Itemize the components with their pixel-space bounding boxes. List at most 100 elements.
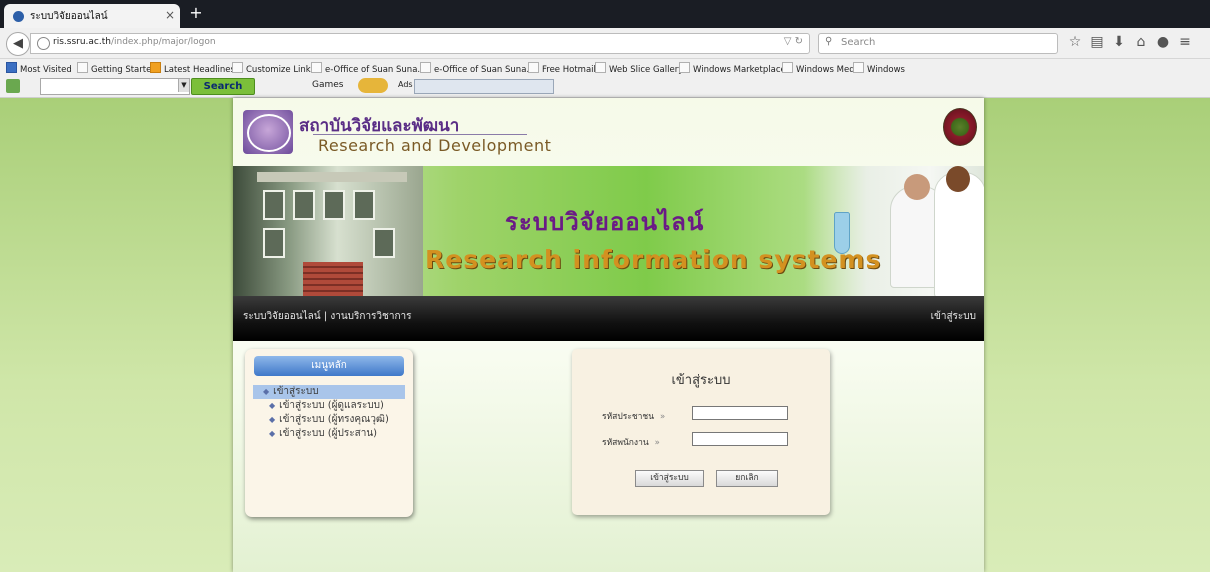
main-menu-list: ◆ เข้าสู่ระบบ ◆ เข้าสู่ระบบ (ผู้ดูแลระบบ) …	[253, 385, 405, 441]
menu-icon[interactable]: ≡	[1174, 34, 1196, 50]
globe-icon	[37, 37, 50, 50]
reload-icon[interactable]: ▽ ↻	[784, 36, 803, 47]
bookmark-page-icon	[679, 62, 690, 73]
bookmark-folder-icon	[6, 62, 17, 73]
menu-item-login-expert[interactable]: ◆ เข้าสู่ระบบ (ผู้ทรงคุณวุฒิ)	[253, 413, 405, 427]
brand-title-en: Research and Development	[318, 136, 552, 155]
chevron-down-icon[interactable]: ▼	[178, 79, 189, 92]
toolbar-app-icon[interactable]	[6, 79, 20, 93]
back-button[interactable]: ◀	[6, 32, 30, 56]
menu-item-login-coordinator[interactable]: ◆ เข้าสู่ระบบ (ผู้ประสาน)	[253, 427, 405, 441]
search-icon: ⚲	[825, 36, 833, 47]
menu-login-link[interactable]: เข้าสู่ระบบ	[931, 309, 976, 324]
building-window	[293, 190, 315, 220]
bookmark-page-icon	[77, 62, 88, 73]
browser-tab-bar: ระบบวิจัยออนไลน์ × +	[0, 0, 1210, 28]
arrow-icon: »	[660, 412, 666, 422]
bullet-icon: ◆	[269, 415, 276, 424]
bookmark-item[interactable]: Free Hotmail	[528, 62, 596, 75]
scientist-head	[904, 174, 930, 200]
site-menu-bar: ระบบวิจัยออนไลน์ | งานบริการวิชาการ เข้า…	[233, 296, 984, 341]
bookmark-page-icon	[232, 62, 243, 73]
ads-scroller[interactable]	[414, 79, 554, 94]
cancel-button[interactable]: ยกเลิก	[716, 470, 778, 487]
bookmark-item[interactable]: Windows	[853, 62, 905, 75]
hero-banner: ระบบวิจัยออนไลน์ Research information sy…	[233, 166, 984, 296]
login-button[interactable]: เข้าสู่ระบบ	[635, 470, 704, 487]
scientists-photo	[804, 166, 984, 296]
bookmark-item[interactable]: Latest Headlines	[150, 62, 235, 75]
bullet-icon: ◆	[269, 401, 276, 410]
ads-label: Ads	[398, 80, 413, 89]
bullet-icon: ◆	[263, 387, 270, 396]
bookmark-page-icon	[528, 62, 539, 73]
bookmark-page-icon	[420, 62, 431, 73]
building-stairs	[303, 262, 363, 296]
search-input[interactable]: ⚲ Search	[818, 33, 1058, 54]
address-bar[interactable]: ris.ssru.ac.th/index.php/major/logon ▽ ↻	[30, 33, 810, 54]
building-window	[263, 228, 285, 258]
bookmark-page-icon	[595, 62, 606, 73]
bookmark-item[interactable]: Windows Media	[782, 62, 862, 75]
building-roof	[257, 172, 407, 182]
banner-title-th: ระบบวิจัยออนไลน์	[505, 208, 705, 236]
main-menu-panel: เมนูหลัก ◆ เข้าสู่ระบบ ◆ เข้าสู่ระบบ (ผู้ด…	[245, 349, 413, 517]
banner-title-en: Research information systems	[425, 245, 882, 274]
citizen-id-label: รหัสประชาชน»	[602, 412, 666, 422]
menu-links[interactable]: ระบบวิจัยออนไลน์ | งานบริการวิชาการ	[243, 309, 412, 324]
site-container: สถาบันวิจัยและพัฒนา Research and Develop…	[233, 98, 984, 572]
main-menu-title: เมนูหลัก	[254, 356, 404, 376]
brand-divider	[313, 134, 527, 135]
toolbar-search-button[interactable]: Search	[191, 78, 255, 95]
login-title: เข้าสู่ระบบ	[671, 373, 731, 388]
search-placeholder: Search	[841, 37, 876, 48]
login-panel: เข้าสู่ระบบ รหัสประชาชน» รหัสพนักงาน» เข…	[572, 349, 830, 515]
tab-title: ระบบวิจัยออนไลน์	[30, 11, 108, 22]
toolbar-icons: ☆ ▤ ⬇ ⌂ ● ≡	[1064, 34, 1196, 50]
bookmark-item[interactable]: Getting Started	[77, 62, 157, 75]
new-tab-button[interactable]: +	[186, 3, 206, 23]
building-window	[263, 190, 285, 220]
building-window	[353, 190, 375, 220]
citizen-id-input[interactable]	[692, 406, 788, 420]
bookmark-item[interactable]: Most Visited	[6, 62, 72, 75]
url-host: ris.ssru.ac.th	[53, 37, 111, 47]
url-path: /index.php/major/logon	[110, 37, 216, 47]
rss-icon	[150, 62, 161, 73]
bookmark-page-icon	[782, 62, 793, 73]
bookmark-star-icon[interactable]: ☆	[1064, 34, 1086, 50]
home-icon[interactable]: ⌂	[1130, 34, 1152, 50]
bullet-icon: ◆	[269, 429, 276, 438]
bookmarks-menu-icon[interactable]: ▤	[1086, 34, 1108, 50]
toolbar-search-input[interactable]	[40, 78, 190, 95]
scientist-head	[946, 166, 970, 192]
navigation-bar: ◀ ris.ssru.ac.th/index.php/major/logon ▽…	[0, 28, 1210, 59]
university-seal	[943, 108, 977, 146]
bookmarks-bar: Most Visited Getting Started Latest Head…	[0, 59, 1210, 76]
url-text: ris.ssru.ac.th/index.php/major/logon	[53, 37, 216, 47]
favicon-icon	[13, 11, 24, 22]
menu-item-login[interactable]: ◆ เข้าสู่ระบบ	[253, 385, 405, 399]
bookmark-item[interactable]: e-Office of Suan Suna...	[311, 62, 426, 75]
building-photo	[233, 166, 423, 296]
bookmark-item[interactable]: Customize Links	[232, 62, 315, 75]
chat-icon[interactable]: ●	[1152, 34, 1174, 50]
arrow-icon: »	[654, 438, 660, 448]
my-icon[interactable]	[358, 78, 388, 93]
bookmark-page-icon	[311, 62, 322, 73]
building-window	[323, 190, 345, 220]
bookmark-page-icon	[853, 62, 864, 73]
bookmark-item[interactable]: Web Slice Gallery	[595, 62, 683, 75]
games-button[interactable]: Games	[312, 80, 343, 90]
logo-ring	[247, 114, 291, 152]
browser-tab[interactable]: ระบบวิจัยออนไลน์ ×	[4, 4, 180, 28]
bookmark-item[interactable]: e-Office of Suan Suna...	[420, 62, 535, 75]
site-header: สถาบันวิจัยและพัฒนา Research and Develop…	[233, 98, 984, 166]
building-window	[373, 228, 395, 258]
download-icon[interactable]: ⬇	[1108, 34, 1130, 50]
employee-id-label: รหัสพนักงาน»	[602, 438, 660, 448]
menu-item-login-admin[interactable]: ◆ เข้าสู่ระบบ (ผู้ดูแลระบบ)	[253, 399, 405, 413]
bookmark-item[interactable]: Windows Marketplace	[679, 62, 786, 75]
employee-id-input[interactable]	[692, 432, 788, 446]
tab-close-icon[interactable]: ×	[165, 8, 175, 22]
